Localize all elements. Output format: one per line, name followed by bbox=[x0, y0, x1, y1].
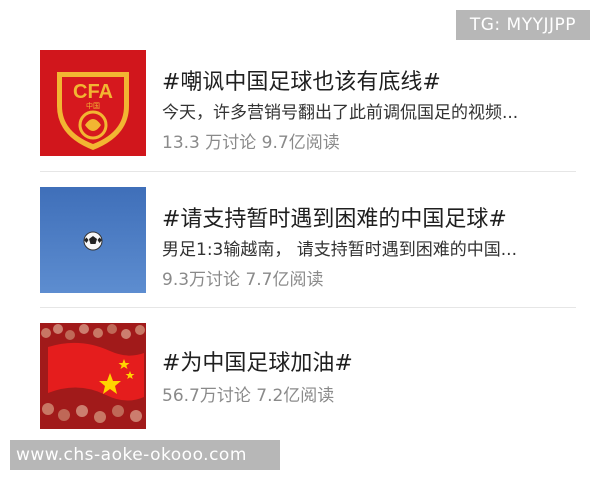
topic-stats: 9.3万讨论 7.7亿阅读 bbox=[162, 270, 324, 290]
football-icon bbox=[40, 187, 146, 293]
topic-title[interactable]: #嘲讽中国足球也该有底线# bbox=[162, 64, 441, 96]
topic-stats: 56.7万讨论 7.2亿阅读 bbox=[162, 386, 335, 406]
topic-item-3[interactable]: #为中国足球加油# 56.7万讨论 7.2亿阅读 bbox=[0, 323, 600, 429]
fans-flag-thumbnail[interactable] bbox=[40, 323, 146, 429]
cfa-subtext: 中国 bbox=[86, 101, 100, 110]
topic-summary: 男足1:3输越南， 请支持暂时遇到困难的中国... bbox=[162, 240, 517, 260]
topic-item-1[interactable]: CFA 中国 #嘲讽中国足球也该有底线# 今天，许多营销号翻出了此前调侃国足的视… bbox=[0, 50, 600, 156]
cfa-letters: CFA bbox=[73, 81, 113, 103]
watermark-bottom: www.chs-aoke-okooo.com bbox=[10, 440, 280, 470]
china-flag-fans-icon bbox=[40, 323, 146, 429]
cfa-badge-icon: CFA 中国 bbox=[40, 50, 146, 156]
cfa-badge-thumbnail[interactable]: CFA 中国 bbox=[40, 50, 146, 156]
football-sky-thumbnail[interactable] bbox=[40, 187, 146, 293]
watermark-top: TG: MYYJJPP bbox=[455, 10, 590, 40]
topic-title[interactable]: #为中国足球加油# bbox=[162, 345, 353, 377]
topic-summary: 今天，许多营销号翻出了此前调侃国足的视频... bbox=[162, 103, 519, 123]
divider bbox=[40, 307, 576, 308]
topic-stats: 13.3 万讨论 9.7亿阅读 bbox=[162, 133, 340, 153]
topic-item-2[interactable]: #请支持暂时遇到困难的中国足球# 男足1:3输越南， 请支持暂时遇到困难的中国.… bbox=[0, 187, 600, 293]
topic-title[interactable]: #请支持暂时遇到困难的中国足球# bbox=[162, 201, 507, 233]
divider bbox=[40, 171, 576, 172]
